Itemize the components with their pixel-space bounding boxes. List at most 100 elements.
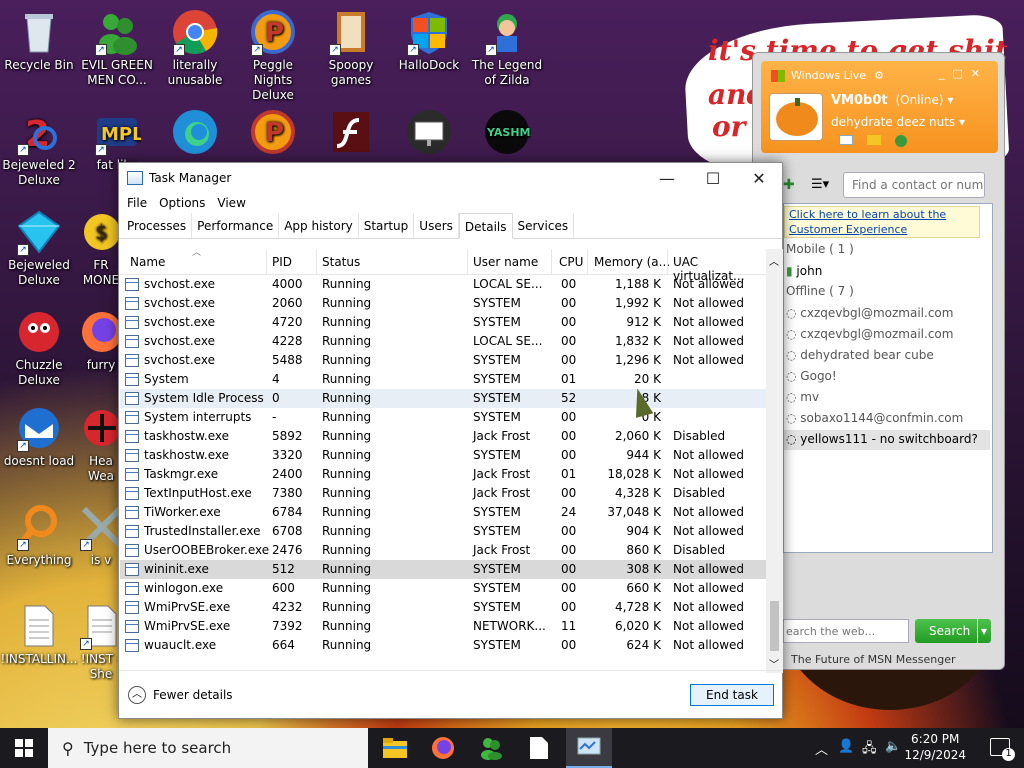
column-header-user-name[interactable]: User name bbox=[473, 255, 538, 269]
chevron-down-icon[interactable]: ▾ bbox=[959, 115, 965, 129]
taskbar-app-firefox[interactable] bbox=[420, 728, 466, 768]
taskbar-app-document[interactable] bbox=[516, 728, 562, 768]
taskbar-app-messenger[interactable] bbox=[468, 728, 514, 768]
title-bar[interactable]: Task Manager — ☐ ✕ bbox=[119, 163, 782, 193]
table-row[interactable]: Taskmgr.exe 2400 Running Jack Frost 01 18,028… bbox=[120, 465, 766, 484]
table-row[interactable]: taskhostw.exe 5892 Running Jack Frost 00 2,06… bbox=[120, 427, 766, 446]
menu-view[interactable]: View bbox=[211, 193, 251, 213]
desktop-icon-peggle-nights[interactable]: P ↗ Peggle Nights Deluxe bbox=[234, 8, 312, 103]
scroll-down-icon[interactable]: ﹀ bbox=[769, 656, 779, 671]
close-button[interactable]: ✕ bbox=[736, 163, 782, 193]
table-row[interactable]: UserOOBEBroker.exe 2476 Running Jack Frost 0… bbox=[120, 541, 766, 560]
fewer-details-toggle[interactable]: ︿ Fewer details bbox=[128, 686, 233, 704]
contact-item[interactable]: ◌ cxzqevbgl@mozmail.com bbox=[786, 327, 953, 341]
contact-item[interactable]: ◌ mv bbox=[786, 390, 819, 404]
table-row[interactable]: TrustedInstaller.exe 6708 Running SYSTEM 00 9… bbox=[120, 522, 766, 541]
show-hidden-icons-chevron-icon[interactable]: ︿ bbox=[815, 739, 828, 758]
scrollbar-thumb[interactable] bbox=[770, 601, 779, 651]
tab-performance[interactable]: Performance bbox=[192, 213, 280, 238]
promo-banner[interactable]: Click here to learn about the Customer E… bbox=[784, 206, 980, 238]
table-row[interactable]: svchost.exe 4720 Running SYSTEM 00 912 K Not a… bbox=[120, 313, 766, 332]
column-header-name[interactable]: Name bbox=[130, 255, 165, 269]
column-header-cpu[interactable]: CPU bbox=[559, 255, 583, 269]
maximize-button[interactable]: ☐ bbox=[690, 163, 736, 193]
desktop-icon-bejeweled-2[interactable]: 2 ↗ Bejeweled 2 Deluxe bbox=[0, 108, 78, 188]
contact-item-selected[interactable]: ◌ yellows111 - no switchboard? bbox=[784, 430, 990, 450]
promo-link-2[interactable]: Customer Experience bbox=[789, 222, 979, 237]
desktop-icon-installing[interactable]: !INSTALLIN... bbox=[0, 602, 78, 667]
clock[interactable]: 6:20 PM 12/9/2024 bbox=[904, 731, 966, 763]
add-contact-icon[interactable]: ✚ bbox=[783, 177, 795, 193]
contact-item[interactable]: ◌ Gogo! bbox=[786, 369, 837, 383]
messenger-tray-icon[interactable]: 👤 bbox=[838, 739, 854, 754]
contact-item[interactable]: ◌ sobaxo1144@confmin.com bbox=[786, 411, 963, 425]
tab-startup[interactable]: Startup bbox=[359, 213, 415, 238]
table-row[interactable]: winlogon.exe 600 Running SYSTEM 00 660 K Not a… bbox=[120, 579, 766, 598]
tab-services[interactable]: Services bbox=[513, 213, 575, 238]
contact-item[interactable]: ◌ dehydrated bear cube bbox=[786, 348, 934, 362]
desktop-icon-edge[interactable] bbox=[156, 108, 234, 158]
desktop-icon-chuzzle[interactable]: Chuzzle Deluxe bbox=[0, 308, 78, 388]
menu-file[interactable]: File bbox=[121, 193, 153, 213]
table-row[interactable]: svchost.exe 4228 Running LOCAL SE... 00 1,832… bbox=[120, 332, 766, 351]
vertical-scrollbar[interactable]: ︿ ﹀ bbox=[766, 249, 783, 673]
group-header-mobile[interactable]: Mobile ( 1 ) bbox=[786, 242, 854, 256]
minimize-button[interactable]: — bbox=[644, 163, 690, 193]
desktop-icon-literally-unusable[interactable]: ↗ literally unusable bbox=[156, 8, 234, 88]
table-row[interactable]: TiWorker.exe 6784 Running SYSTEM 24 37,048 K N… bbox=[120, 503, 766, 522]
table-row[interactable]: TextInputHost.exe 7380 Running Jack Frost 00… bbox=[120, 484, 766, 503]
column-header-pid[interactable]: PID bbox=[272, 255, 292, 269]
table-row[interactable]: System interrupts - Running SYSTEM 00 0 K bbox=[120, 408, 766, 427]
taskbar-search-box[interactable]: ⚲ Type here to search bbox=[48, 728, 368, 768]
tab-users[interactable]: Users bbox=[414, 213, 459, 238]
volume-icon[interactable]: 🔈 bbox=[885, 739, 901, 754]
scroll-up-icon[interactable]: ︿ bbox=[769, 253, 779, 268]
column-header-memory[interactable]: Memory (a... bbox=[594, 255, 670, 269]
contact-item[interactable]: ▮ john bbox=[786, 264, 822, 278]
list-view-icon[interactable]: ☰▾ bbox=[811, 177, 829, 192]
desktop-icon-bejeweled[interactable]: ↗ Bejeweled Deluxe bbox=[0, 208, 78, 288]
desktop-icon-everything[interactable]: ↗ Everything bbox=[0, 503, 78, 568]
table-row[interactable]: System 4 Running SYSTEM 01 20 K bbox=[120, 370, 766, 389]
end-task-button[interactable]: End task bbox=[690, 684, 774, 706]
messenger-window[interactable]: Windows Live ⚙ _□✕ VM0b0t (Online) ▾ deh… bbox=[752, 52, 1005, 670]
table-row[interactable]: svchost.exe 5488 Running SYSTEM 00 1,296 K Not… bbox=[120, 351, 766, 370]
network-icon[interactable]: 🖧 bbox=[862, 739, 877, 761]
table-row[interactable]: taskhostw.exe 3320 Running SYSTEM 00 944 K Not… bbox=[120, 446, 766, 465]
personal-message[interactable]: dehydrate deez nuts bbox=[831, 115, 955, 129]
start-button[interactable] bbox=[0, 728, 48, 768]
menu-options[interactable]: Options bbox=[153, 193, 211, 213]
table-row[interactable]: WmiPrvSE.exe 7392 Running NETWORK... 11 6,020… bbox=[120, 617, 766, 636]
globe-icon[interactable] bbox=[895, 135, 907, 147]
desktop-icon-hallodock[interactable]: ↗ HalloDock bbox=[390, 8, 468, 73]
online-status[interactable]: (Online) bbox=[895, 93, 943, 107]
contact-item[interactable]: ◌ cxzqevbgl@mozmail.com bbox=[786, 306, 953, 320]
chevron-down-icon[interactable]: ▾ bbox=[947, 93, 953, 107]
desktop-icon-doesnt-load[interactable]: ↗ doesnt load bbox=[0, 404, 78, 469]
contact-search-input[interactable] bbox=[843, 172, 985, 198]
tab-processes[interactable]: Processes bbox=[122, 213, 193, 238]
desktop-icon-monitor[interactable] bbox=[390, 108, 468, 158]
desktop-icon-spoopy-games[interactable]: ↗ Spoopy games bbox=[312, 8, 390, 88]
folder-icon[interactable] bbox=[867, 135, 881, 145]
notification-center-button[interactable]: 1 bbox=[990, 738, 1015, 761]
desktop-icon-peggle[interactable]: P bbox=[234, 108, 312, 158]
table-row[interactable]: svchost.exe 2060 Running SYSTEM 00 1,992 K Not… bbox=[120, 294, 766, 313]
display-name[interactable]: VM0b0t bbox=[831, 93, 888, 108]
web-search-button[interactable]: Search ▾ bbox=[915, 619, 991, 643]
promo-link-1[interactable]: Click here to learn about the bbox=[789, 207, 979, 222]
table-row[interactable]: WmiPrvSE.exe 4232 Running SYSTEM 00 4,728 K No… bbox=[120, 598, 766, 617]
web-search-input[interactable] bbox=[783, 619, 909, 643]
tab-details[interactable]: Details bbox=[458, 213, 513, 239]
tab-app-history[interactable]: App history bbox=[279, 213, 359, 238]
table-row[interactable]: System Idle Process 0 Running SYSTEM 52 8 K bbox=[120, 389, 766, 408]
table-row[interactable]: wininit.exe 512 Running SYSTEM 00 308 K Not al… bbox=[120, 560, 766, 579]
chevron-down-icon[interactable]: ▾ bbox=[976, 619, 987, 643]
table-row[interactable]: wuauclt.exe 664 Running SYSTEM 00 624 K Not al… bbox=[120, 636, 766, 655]
taskbar-app-task-manager[interactable] bbox=[566, 728, 612, 768]
desktop-icon-evil-green-men[interactable]: ↗ EVIL GREEN MEN CO... bbox=[78, 8, 156, 88]
desktop-icon-yashma[interactable]: YASHMA bbox=[468, 108, 546, 158]
desktop-icon-legend-of-zilda[interactable]: ↗ The Legend of Zilda bbox=[468, 8, 546, 88]
taskbar-app-file-explorer[interactable] bbox=[372, 728, 418, 768]
messenger-window-controls[interactable]: _□✕ bbox=[939, 67, 988, 80]
